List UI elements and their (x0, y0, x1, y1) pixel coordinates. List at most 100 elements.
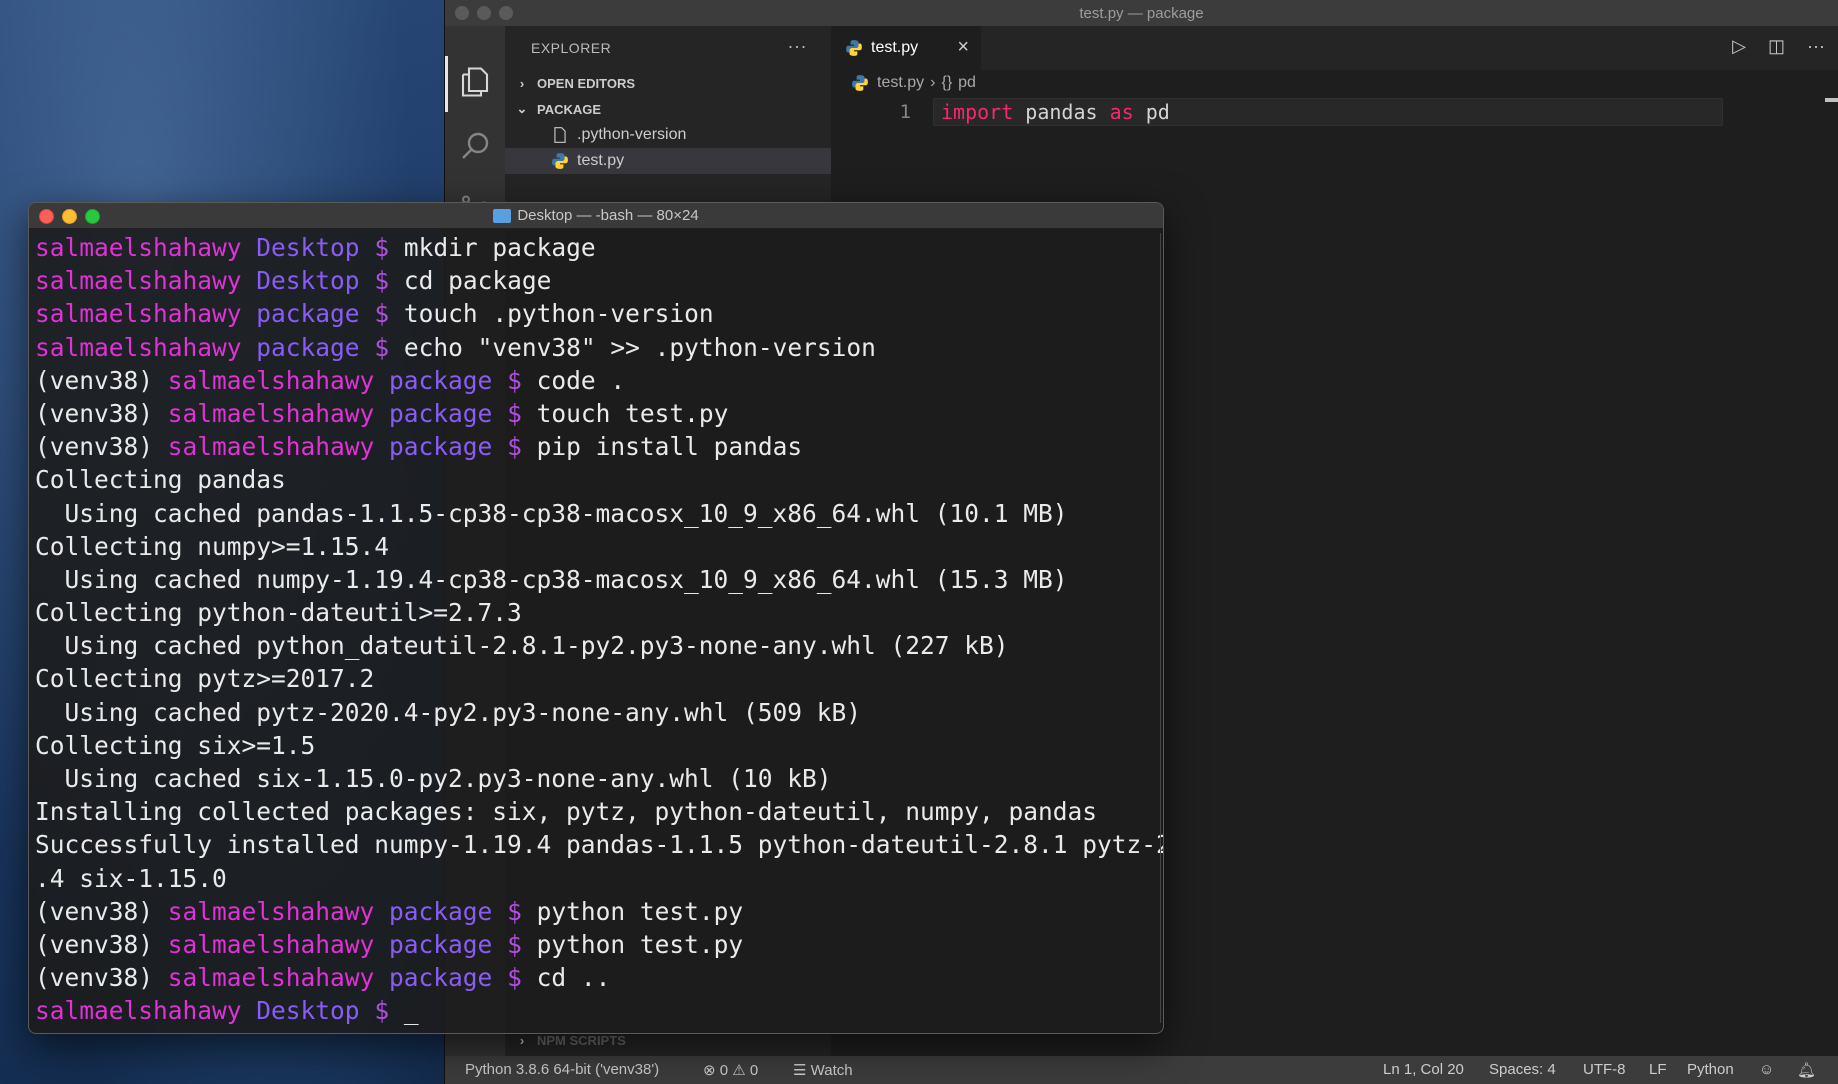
file-icon (554, 127, 566, 143)
open-editors-section[interactable]: › OPEN EDITORS (505, 70, 831, 96)
run-icon[interactable]: ▷ (1732, 36, 1746, 57)
close-window-button[interactable] (455, 6, 469, 20)
prompt-dir: package (389, 365, 493, 395)
zoom-window-button[interactable] (85, 209, 100, 224)
watch-label: Watch (810, 1062, 853, 1079)
python-interpreter[interactable]: Python 3.8.6 64-bit ('venv38') (465, 1061, 659, 1078)
output-line: Collecting six>=1.5 (35, 730, 316, 760)
indentation[interactable]: Spaces: 4 (1489, 1061, 1556, 1078)
prompt-line: salmaelshahawy package $ touch .python-v… (35, 297, 1159, 330)
command-text: pip install pandas (536, 432, 803, 462)
command-text: cd package (403, 266, 552, 296)
more-icon[interactable]: ··· (788, 36, 807, 57)
prompt-line: (venv38) salmaelshahawy package $ python… (35, 895, 1159, 928)
search-icon[interactable] (457, 128, 493, 164)
breadcrumb-symbol[interactable]: pd (958, 74, 976, 92)
breadcrumb-separator: › (930, 74, 936, 91)
list-icon: ☰ (793, 1062, 807, 1079)
output-line: Collecting python-dateutil>=2.7.3 (35, 598, 522, 628)
file-test-py[interactable]: test.py (505, 148, 831, 174)
command-text: touch test.py (536, 398, 729, 428)
file-label: test.py (577, 152, 625, 169)
section-label: PACKAGE (537, 101, 602, 117)
output-line: Using cached pytz-2020.4-py2.py3-none-an… (35, 697, 862, 727)
warning-count: 0 (749, 1062, 759, 1079)
prompt-symbol: $ (374, 299, 390, 329)
breadcrumb-file[interactable]: test.py (877, 74, 924, 92)
prompt-symbol: $ (374, 996, 390, 1026)
active-indicator (445, 56, 448, 112)
prompt-dir: package (389, 963, 493, 993)
prompt-symbol: $ (507, 929, 522, 959)
prompt-line: (venv38) salmaelshahawy package $ python… (35, 928, 1159, 961)
terminal-window: Desktop — -bash — 80×24 salmaelshahawy D… (28, 202, 1164, 1034)
bell-icon[interactable]: 🔔︎ (1797, 1061, 1816, 1079)
explorer-icon[interactable] (457, 64, 493, 100)
problems-indicator[interactable]: ⊗ 0 ⚠ 0 (703, 1061, 758, 1079)
watch-item[interactable]: ☰ Watch (793, 1061, 853, 1079)
package-section[interactable]: ⌄ PACKAGE (505, 96, 831, 122)
code-text[interactable]: import pandas as pd (941, 100, 1170, 124)
prompt-dir: Desktop (256, 996, 360, 1026)
prompt-symbol: $ (507, 963, 522, 993)
tabs-bar: test.py × ▷ ◫ ··· (831, 26, 1838, 70)
command-text: echo "venv38" >> .python-version (403, 332, 876, 362)
prompt-symbol: $ (507, 432, 522, 462)
explorer-header: EXPLORER ··· (505, 26, 831, 70)
prompt-symbol: $ (507, 896, 522, 926)
prompt-symbol: $ (374, 233, 390, 262)
terminal-output[interactable]: salmaelshahawy Desktop $ mkdir package s… (35, 231, 1163, 1031)
prompt-dir: package (389, 896, 493, 926)
language-mode[interactable]: Python (1687, 1061, 1734, 1078)
file-python-version[interactable]: .python-version (505, 122, 831, 148)
section-label: OPEN EDITORS (537, 75, 636, 91)
explorer-title: EXPLORER (531, 40, 612, 56)
venv-label: (venv38) (35, 398, 168, 428)
more-icon[interactable]: ··· (1807, 36, 1825, 57)
command-text: touch .python-version (403, 299, 714, 329)
folder-icon (493, 208, 512, 223)
encoding[interactable]: UTF-8 (1583, 1061, 1626, 1078)
feedback-icon[interactable]: ☺ (1759, 1061, 1774, 1078)
tab-test-py[interactable]: test.py × (831, 26, 981, 70)
line-number: 1 (899, 101, 911, 123)
minimize-window-button[interactable] (62, 209, 77, 224)
vscode-window-controls (455, 6, 513, 20)
prompt-line: salmaelshahawy Desktop $ cd package (35, 264, 1159, 297)
prompt-symbol: $ (507, 365, 522, 395)
status-bar: Python 3.8.6 64-bit ('venv38') ⊗ 0 ⚠ 0 ☰… (445, 1056, 1838, 1084)
cursor-position[interactable]: Ln 1, Col 20 (1383, 1061, 1464, 1078)
alias-name: pd (1145, 100, 1170, 124)
terminal-scrollbar-track[interactable] (1158, 233, 1161, 1023)
text-cursor: _ (403, 996, 419, 1026)
command-text: code . (536, 365, 626, 395)
line-endings[interactable]: LF (1649, 1061, 1667, 1078)
split-editor-icon[interactable]: ◫ (1768, 36, 1785, 57)
prompt-user: salmaelshahawy (35, 332, 242, 362)
output-line: Collecting pytz>=2017.2 (35, 664, 375, 694)
prompt-user: salmaelshahawy (167, 432, 375, 462)
prompt-user: salmaelshahawy (167, 365, 375, 395)
zoom-window-button[interactable] (499, 6, 513, 20)
prompt-user: salmaelshahawy (35, 266, 242, 296)
terminal-title: Desktop — -bash — 80×24 (517, 207, 699, 224)
output-line: Installing collected packages: six, pytz… (35, 797, 1098, 827)
prompt-user: salmaelshahawy (167, 896, 375, 926)
prompt-user: salmaelshahawy (35, 996, 242, 1026)
prompt-dir: package (256, 332, 360, 362)
terminal-window-controls (39, 209, 100, 224)
venv-label: (venv38) (35, 365, 168, 395)
chevron-right-icon: › (519, 75, 525, 91)
editor-actions: ▷ ◫ ··· (1732, 36, 1825, 57)
close-icon[interactable]: × (957, 36, 969, 59)
keyword-import: import (941, 100, 1014, 124)
command-text: cd .. (536, 963, 611, 993)
close-window-button[interactable] (39, 209, 54, 224)
prompt-line: salmaelshahawy Desktop $ mkdir package (35, 231, 1159, 264)
code-line[interactable]: 1 import pandas as pd (831, 98, 1838, 126)
output-line: Using cached six-1.15.0-py2.py3-none-any… (35, 764, 832, 793)
active-prompt-line[interactable]: salmaelshahawy Desktop $ _ (35, 994, 1159, 1027)
python-file-icon (846, 40, 862, 56)
prompt-dir: Desktop (256, 233, 360, 262)
minimize-window-button[interactable] (477, 6, 491, 20)
